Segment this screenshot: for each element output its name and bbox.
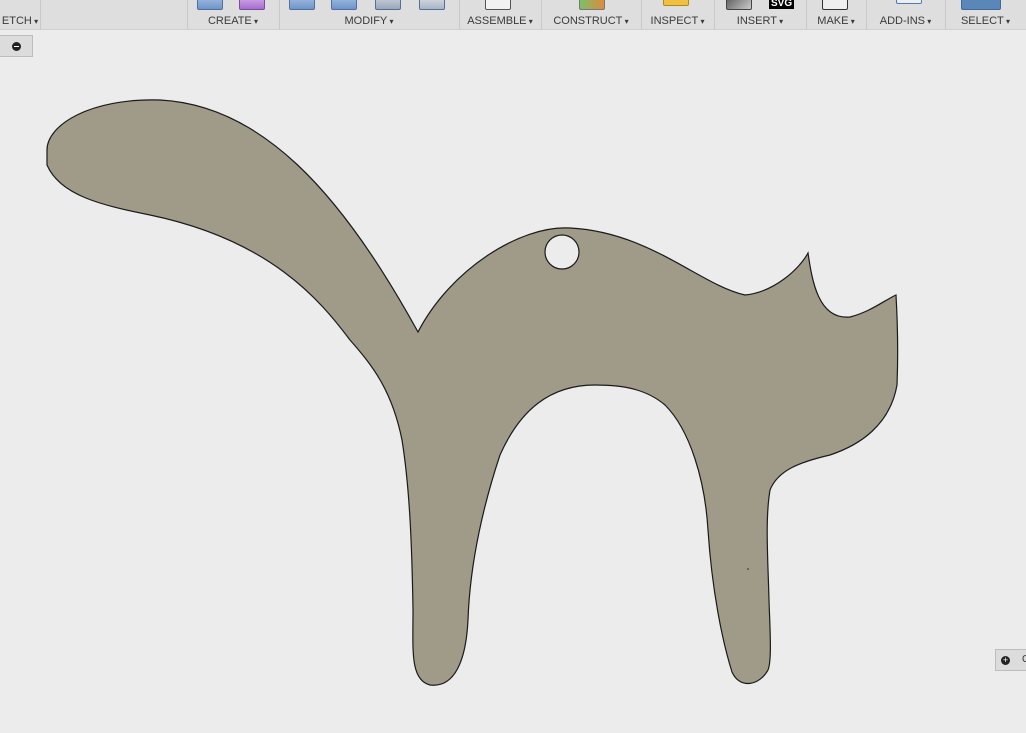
3d-print-icon[interactable] xyxy=(822,0,848,10)
extrude-icon[interactable] xyxy=(197,0,223,10)
insert-menu[interactable]: SVG INSERT xyxy=(714,0,807,29)
create-label: CREATE xyxy=(187,15,279,27)
canvas-icon[interactable] xyxy=(726,0,752,10)
comments-expand-button[interactable]: + C xyxy=(995,649,1026,671)
select-cursor-icon[interactable] xyxy=(961,0,1001,10)
sketch-label: ETCH xyxy=(0,15,40,27)
design-canvas[interactable] xyxy=(0,30,1026,733)
toolbar: ETCH CREATE MODIFY ASSEMBLE CONSTRUCT IN… xyxy=(0,0,1026,30)
joint-icon[interactable] xyxy=(485,0,511,10)
fillet-icon[interactable] xyxy=(331,0,357,10)
scripts-icon[interactable] xyxy=(896,0,922,4)
cat-sketch-profile[interactable] xyxy=(46,99,899,686)
sketch-tools xyxy=(40,0,188,29)
insert-svg-icon[interactable]: SVG xyxy=(769,0,795,9)
measure-icon[interactable] xyxy=(663,0,689,6)
create-menu[interactable]: CREATE xyxy=(187,0,280,29)
make-menu[interactable]: MAKE xyxy=(806,0,867,29)
construct-menu[interactable]: CONSTRUCT xyxy=(541,0,642,29)
make-label: MAKE xyxy=(806,15,866,27)
sketch-point xyxy=(747,568,749,570)
assemble-menu[interactable]: ASSEMBLE xyxy=(459,0,542,29)
select-label: SELECT xyxy=(945,15,1026,27)
construct-label: CONSTRUCT xyxy=(541,15,641,27)
plus-circle-icon: + xyxy=(1001,655,1010,665)
modify-label: MODIFY xyxy=(279,15,459,27)
modify-menu[interactable]: MODIFY xyxy=(279,0,460,29)
insert-label: INSERT xyxy=(714,15,806,27)
select-menu[interactable]: SELECT xyxy=(945,0,1026,29)
plane-icon[interactable] xyxy=(579,0,605,10)
inspect-menu[interactable]: INSPECT xyxy=(641,0,715,29)
sketch-menu[interactable]: ETCH xyxy=(0,0,41,29)
add-ins-label: ADD-INS xyxy=(866,15,945,27)
create-form-icon[interactable] xyxy=(239,0,265,10)
shell-icon[interactable] xyxy=(419,0,445,10)
inspect-label: INSPECT xyxy=(641,15,714,27)
add-ins-menu[interactable]: ADD-INS xyxy=(866,0,946,29)
comments-label: C xyxy=(1022,654,1026,665)
assemble-label: ASSEMBLE xyxy=(459,15,541,27)
press-pull-icon[interactable] xyxy=(289,0,315,10)
chamfer-icon[interactable] xyxy=(375,0,401,10)
